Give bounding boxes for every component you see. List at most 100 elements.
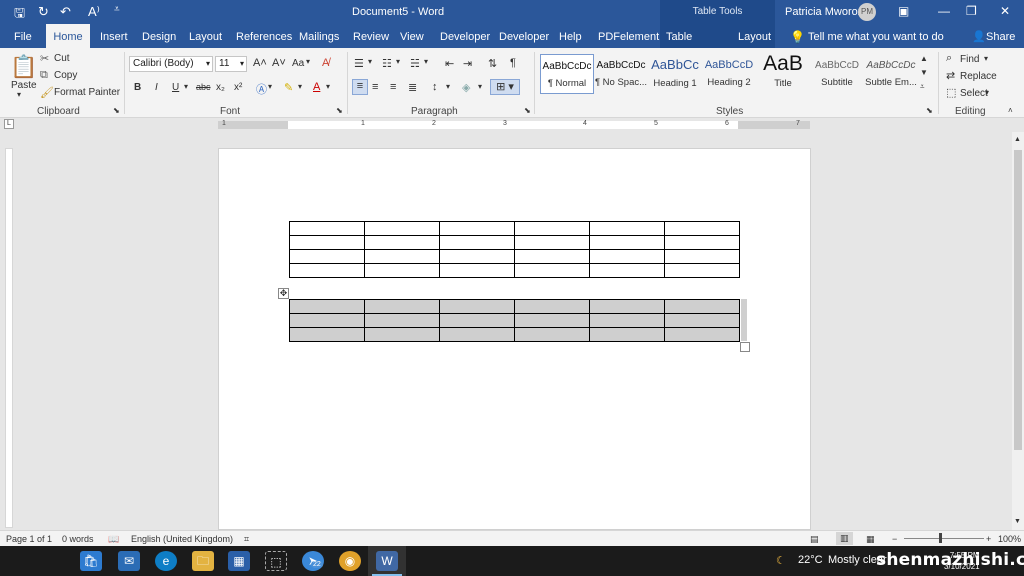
tab-file[interactable]: File (8, 24, 38, 48)
share-button[interactable]: Share (980, 24, 1021, 48)
borders-icon[interactable]: ⊞ ▾ (490, 79, 520, 95)
undo-icon[interactable]: ↶ (60, 4, 71, 20)
paste-button[interactable]: Paste (11, 80, 37, 91)
tab-mailings[interactable]: Mailings (293, 24, 345, 48)
numbering-icon[interactable]: ☷ (382, 57, 392, 70)
table-cell[interactable] (364, 327, 440, 342)
table-cell[interactable] (589, 263, 665, 278)
find-icon[interactable]: ⌕ (946, 52, 952, 65)
bullets-icon[interactable]: ☰ (354, 57, 364, 70)
line-spacing-icon[interactable]: ↕ (432, 81, 438, 93)
font-size-combo[interactable]: 11 ▾ (215, 56, 247, 72)
table-cell[interactable] (364, 299, 440, 314)
table-cell[interactable] (289, 221, 365, 236)
snipping-tool-icon[interactable]: ⬚ (265, 551, 287, 571)
cut-icon[interactable]: ✂ (40, 52, 49, 65)
chevron-down-icon[interactable]: ▾ (306, 57, 310, 66)
chevron-down-icon[interactable]: ▾ (298, 82, 302, 91)
tab-design[interactable]: Design (136, 24, 182, 48)
paragraph-launcher-icon[interactable]: ⬊ (524, 106, 531, 115)
paste-dropdown-icon[interactable]: ▾ (17, 90, 21, 99)
tab-pdfelement[interactable]: PDFelement (592, 24, 665, 48)
redo-icon[interactable]: ↻ (38, 4, 49, 20)
show-formatting-icon[interactable]: ¶ (510, 57, 516, 69)
text-effects-icon[interactable]: Ⓐ (256, 81, 267, 97)
table-cell[interactable] (364, 313, 440, 328)
table-cell[interactable] (589, 327, 665, 342)
bold-button[interactable]: B (134, 82, 141, 93)
table-cell[interactable] (514, 327, 590, 342)
grow-font-icon[interactable]: A˄ (253, 57, 267, 69)
clear-formatting-icon[interactable]: A̸ (322, 57, 329, 69)
copy-button[interactable]: Copy (54, 70, 77, 81)
table-cell[interactable] (364, 235, 440, 250)
accessibility-icon[interactable]: ⌗ (244, 534, 249, 545)
table-cell[interactable] (439, 313, 515, 328)
table-cell[interactable] (664, 327, 740, 342)
highlight-icon[interactable]: ✎ (284, 81, 293, 94)
table-move-handle-icon[interactable]: ✥ (278, 288, 289, 299)
table-cell[interactable] (289, 327, 365, 342)
tab-table-design[interactable]: Table Design (660, 24, 732, 69)
style-subtitle[interactable]: AaBbCcD Subtitle (810, 54, 864, 94)
table-cell[interactable] (514, 249, 590, 264)
shrink-font-icon[interactable]: A˅ (272, 57, 286, 69)
table-cell[interactable] (439, 299, 515, 314)
table-cell[interactable] (364, 221, 440, 236)
close-icon[interactable]: ✕ (1000, 4, 1010, 18)
clipboard-launcher-icon[interactable]: ⬊ (113, 106, 120, 115)
chevron-down-icon[interactable]: ▾ (984, 54, 988, 63)
minimize-icon[interactable]: — (938, 4, 950, 18)
underline-button[interactable]: U (172, 82, 179, 93)
temperature[interactable]: 22°C (798, 554, 823, 566)
tab-home[interactable]: Home (46, 24, 90, 48)
collapse-ribbon-icon[interactable]: ˄ (1008, 106, 1013, 115)
document-page[interactable]: ✥ (218, 148, 811, 530)
style-subtle-emphasis[interactable]: AaBbCcDc Subtle Em... (864, 54, 918, 94)
table-cell[interactable] (514, 221, 590, 236)
table-cell[interactable] (664, 263, 740, 278)
chevron-down-icon[interactable]: ▾ (446, 82, 450, 91)
styles-scroll-down-icon[interactable]: ▼ (920, 68, 928, 77)
tab-insert[interactable]: Insert (94, 24, 134, 48)
font-name-combo[interactable]: Calibri (Body) ▾ (129, 56, 213, 72)
chevron-down-icon[interactable]: ▾ (268, 82, 272, 91)
chevron-down-icon[interactable]: ▾ (478, 82, 482, 91)
style-no-spacing[interactable]: AaBbCcDc ¶ No Spac... (594, 54, 648, 94)
table-cell[interactable] (514, 313, 590, 328)
styles-more-icon[interactable]: ⩡ (920, 82, 925, 92)
tab-selector-icon[interactable]: L (4, 119, 14, 129)
select-icon[interactable]: ⬚ (946, 86, 956, 99)
style-normal[interactable]: AaBbCcDc ¶ Normal (540, 54, 594, 94)
chevron-down-icon[interactable]: ▾ (326, 82, 330, 91)
font-color-icon[interactable]: A (313, 81, 320, 93)
shading-icon[interactable]: ◈ (462, 81, 470, 94)
table-cell[interactable] (439, 263, 515, 278)
table-resize-handle[interactable] (740, 342, 750, 352)
user-name[interactable]: Patricia Mworozi (785, 6, 866, 18)
tab-references[interactable]: References (230, 24, 298, 48)
decrease-indent-icon[interactable]: ⇤ (445, 57, 454, 70)
table-cell[interactable] (439, 249, 515, 264)
format-painter-button[interactable]: Format Painter (54, 87, 120, 98)
align-left-icon[interactable]: ≡ (352, 79, 368, 95)
justify-icon[interactable]: ≣ (408, 81, 417, 94)
store-icon[interactable]: 🛍 (80, 551, 102, 571)
avatar[interactable]: PM (858, 3, 876, 21)
table-cell[interactable] (664, 221, 740, 236)
table-cell[interactable] (514, 299, 590, 314)
tell-me-search[interactable]: Tell me what you want to do (802, 24, 950, 48)
table-cell[interactable] (664, 249, 740, 264)
print-layout-icon[interactable]: ▥ (836, 532, 853, 545)
read-aloud-icon[interactable]: A⁾ (88, 4, 100, 20)
style-heading-2[interactable]: AaBbCcD Heading 2 (702, 54, 756, 94)
scroll-down-icon[interactable]: ▼ (1014, 518, 1021, 525)
zoom-slider-thumb[interactable] (939, 533, 942, 543)
table-cell[interactable] (664, 299, 740, 314)
table-cell[interactable] (364, 249, 440, 264)
save-icon[interactable]: 🖫 (14, 4, 25, 26)
web-layout-icon[interactable]: ▦ (866, 534, 875, 545)
calculator-icon[interactable]: ▦ (228, 551, 250, 571)
read-mode-icon[interactable]: ▤ (810, 534, 819, 545)
table-cell[interactable] (289, 249, 365, 264)
